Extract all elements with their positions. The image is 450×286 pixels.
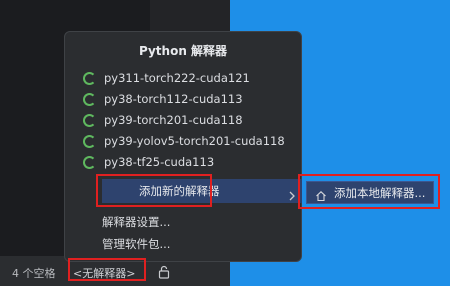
add-interpreter-label: 添加新的解释器 xyxy=(139,184,220,198)
manage-packages-item[interactable]: 管理软件包... xyxy=(102,236,170,252)
status-indent[interactable]: 4 个空格 xyxy=(12,265,56,281)
add-local-interpreter-item[interactable]: 添加本地解释器... xyxy=(306,181,434,204)
interpreter-item[interactable]: py39-yolov5-torch201-cuda118 xyxy=(83,131,285,151)
python-interpreter-popup: Python 解释器 py311-torch222-cuda121 py38-t… xyxy=(64,31,302,262)
home-icon xyxy=(315,187,327,202)
loading-spinner-icon xyxy=(83,92,96,106)
loading-spinner-icon xyxy=(83,134,96,148)
interpreter-name: py39-yolov5-torch201-cuda118 xyxy=(104,134,285,148)
interpreter-item[interactable]: py311-torch222-cuda121 xyxy=(83,68,250,88)
lock-icon[interactable] xyxy=(157,264,171,279)
loading-spinner-icon xyxy=(83,71,96,85)
chevron-right-icon xyxy=(288,186,296,201)
interpreter-name: py38-torch112-cuda113 xyxy=(104,92,243,106)
interpreter-settings-item[interactable]: 解释器设置... xyxy=(102,214,170,230)
interpreter-name: py311-torch222-cuda121 xyxy=(104,71,250,85)
interpreter-name: py39-torch201-cuda118 xyxy=(104,113,243,127)
add-local-interpreter-label: 添加本地解释器... xyxy=(334,186,426,200)
loading-spinner-icon xyxy=(83,113,96,127)
add-interpreter-item[interactable]: 添加新的解释器 xyxy=(102,179,302,203)
popup-title: Python 解释器 xyxy=(138,44,228,58)
interpreter-item[interactable]: py39-torch201-cuda118 xyxy=(83,110,243,130)
interpreter-item[interactable]: py38-tf25-cuda113 xyxy=(83,152,214,172)
interpreter-item[interactable]: py38-torch112-cuda113 xyxy=(83,89,243,109)
status-interpreter[interactable]: <无解释器> xyxy=(73,265,135,281)
interpreter-name: py38-tf25-cuda113 xyxy=(104,155,215,169)
loading-spinner-icon xyxy=(83,155,96,169)
